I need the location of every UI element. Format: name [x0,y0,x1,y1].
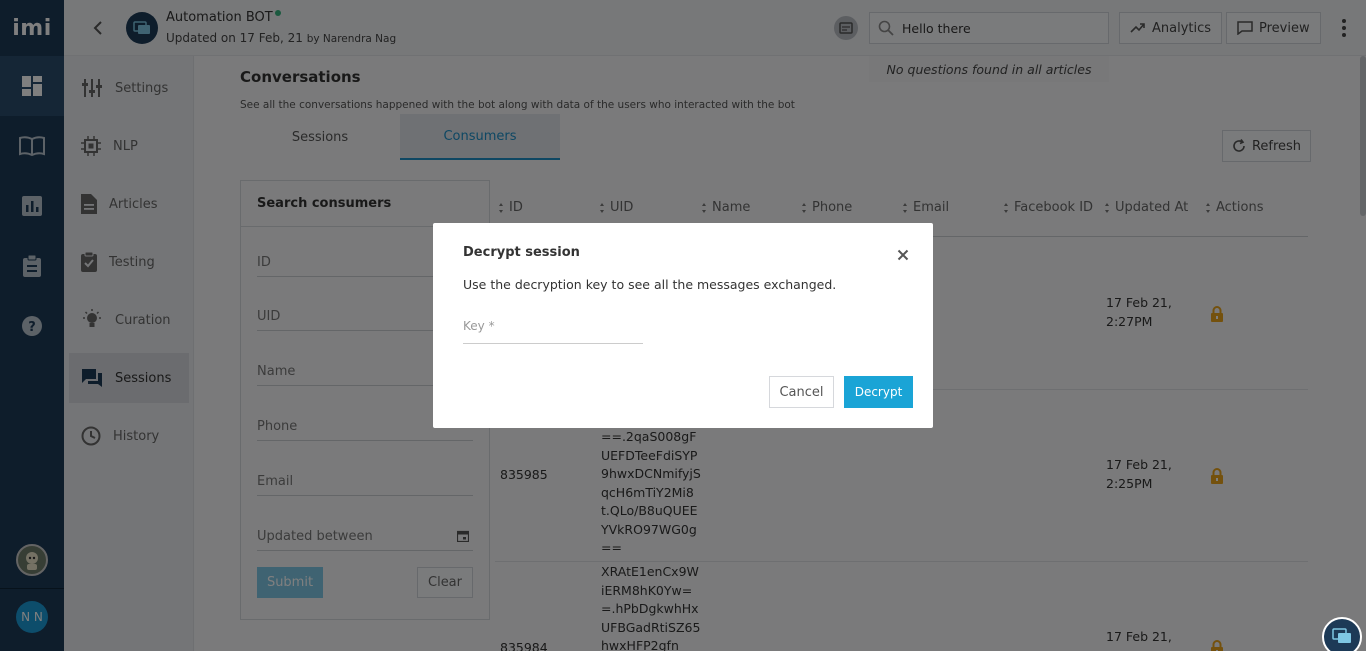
chat-widget-icon [1332,628,1351,643]
decrypt-button[interactable]: Decrypt [844,376,913,408]
decrypt-session-dialog: Decrypt session Use the decryption key t… [433,223,933,428]
key-field[interactable] [463,319,643,344]
chat-widget-button[interactable] [1322,617,1362,651]
close-icon[interactable] [897,247,909,265]
dialog-description: Use the decryption key to see all the me… [463,277,837,292]
cancel-button[interactable]: Cancel [769,376,834,408]
key-input[interactable] [463,319,643,333]
dialog-title: Decrypt session [463,245,580,260]
